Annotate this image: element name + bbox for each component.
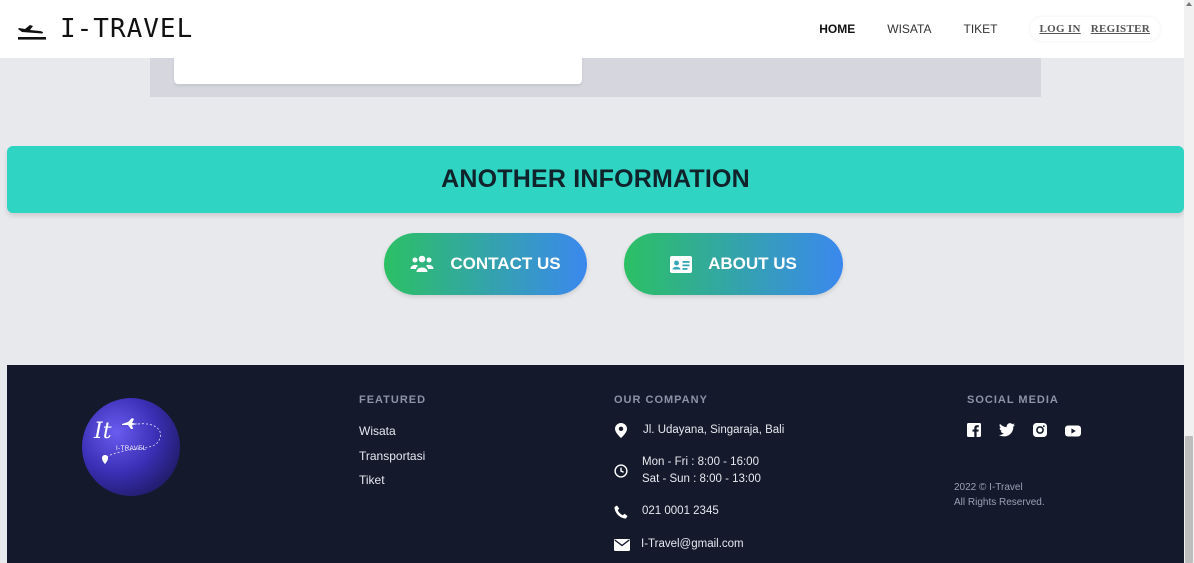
featured-heading: FEATURED	[359, 394, 427, 406]
contact-us-button[interactable]: CONTACT US	[384, 233, 587, 295]
footer-link-wisata[interactable]: Wisata	[359, 424, 396, 438]
airplane-departure-icon	[18, 25, 46, 40]
hours-weekend: Sat - Sun : 8:00 - 13:00	[642, 473, 761, 485]
top-navbar: I-TRAVEL HOME WISATA TIKET LOG IN REGIST…	[0, 0, 1184, 58]
phone-icon	[614, 505, 628, 518]
id-card-icon	[670, 255, 693, 273]
logo-plane-icon: It	[93, 418, 161, 464]
email-row: I-Travel@gmail.com	[614, 536, 744, 553]
phone-number: 021 0001 2345	[642, 505, 719, 517]
i-travel-logo: It I-TRAVEL	[82, 398, 180, 496]
twitter-icon[interactable]	[999, 422, 1015, 441]
our-company-heading: OUR COMPANY	[614, 394, 708, 406]
logo-text: I-TRAVEL	[116, 446, 147, 452]
users-icon	[410, 255, 434, 272]
main-nav: HOME WISATA TIKET LOG IN REGISTER	[787, 0, 1160, 58]
auth-links: LOG IN REGISTER	[1029, 17, 1160, 41]
copyright-year: 2022 © I-Travel	[954, 482, 1023, 493]
brand-name: I-TRAVEL	[60, 14, 194, 44]
login-link[interactable]: LOG IN	[1040, 23, 1081, 35]
footer-link-transportasi[interactable]: Transportasi	[359, 449, 425, 463]
svg-text:It: It	[93, 419, 112, 444]
facebook-icon[interactable]	[967, 422, 981, 441]
social-links	[967, 422, 1081, 441]
scroll-up-arrow[interactable]	[1186, 2, 1192, 6]
email-address: I-Travel@gmail.com	[641, 538, 744, 550]
copyright-rights: All Rights Reserved.	[954, 497, 1045, 508]
contact-us-label: CONTACT US	[450, 254, 561, 273]
nav-wisata[interactable]: WISATA	[887, 22, 931, 36]
address-text: Jl. Udayana, Singaraja, Bali	[643, 424, 785, 436]
about-us-button[interactable]: ABOUT US	[624, 233, 843, 295]
youtube-icon[interactable]	[1065, 422, 1081, 441]
hours-row: Mon - Fri : 8:00 - 16:00 Sat - Sun : 8:0…	[614, 454, 761, 488]
social-media-heading: SOCIAL MEDIA	[967, 394, 1059, 406]
address-row: Jl. Udayana, Singaraja, Bali	[615, 422, 784, 439]
scroll-thumb[interactable]	[1185, 436, 1193, 563]
register-link[interactable]: REGISTER	[1091, 23, 1150, 35]
about-us-label: ABOUT US	[708, 254, 797, 273]
section-title: ANOTHER INFORMATION	[441, 165, 750, 193]
map-marker-icon	[615, 423, 627, 438]
clock-icon	[614, 464, 628, 478]
copyright: 2022 © I-Travel All Rights Reserved.	[954, 480, 1045, 510]
envelope-icon	[614, 538, 630, 551]
nav-home[interactable]: HOME	[819, 22, 855, 36]
brand[interactable]: I-TRAVEL	[16, 14, 193, 44]
page-scrollbar[interactable]	[1184, 0, 1194, 563]
footer-link-tiket[interactable]: Tiket	[359, 473, 385, 487]
phone-row: 021 0001 2345	[614, 503, 719, 520]
site-footer: It I-TRAVEL FEATURED Wisata Transportasi…	[7, 365, 1184, 563]
nav-tiket[interactable]: TIKET	[963, 22, 997, 36]
hours-weekday: Mon - Fri : 8:00 - 16:00	[642, 456, 759, 468]
another-information-banner: ANOTHER INFORMATION	[7, 146, 1184, 213]
instagram-icon[interactable]	[1033, 422, 1047, 441]
